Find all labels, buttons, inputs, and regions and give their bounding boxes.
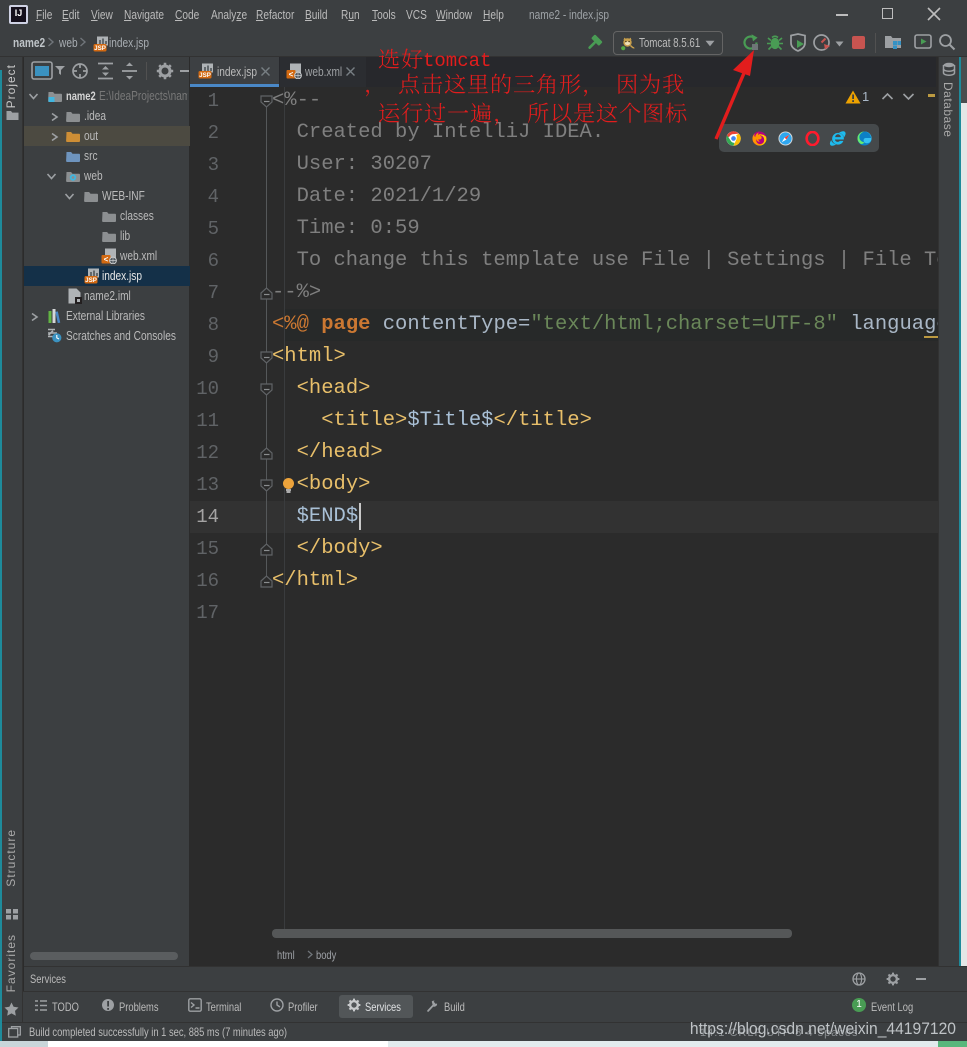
svg-text:JSP: JSP [199,72,211,79]
svg-text:JSP: JSP [85,277,97,284]
svg-text:JSP: JSP [94,45,106,52]
svg-text:<: < [289,71,294,79]
svg-text:<: < [104,256,109,264]
